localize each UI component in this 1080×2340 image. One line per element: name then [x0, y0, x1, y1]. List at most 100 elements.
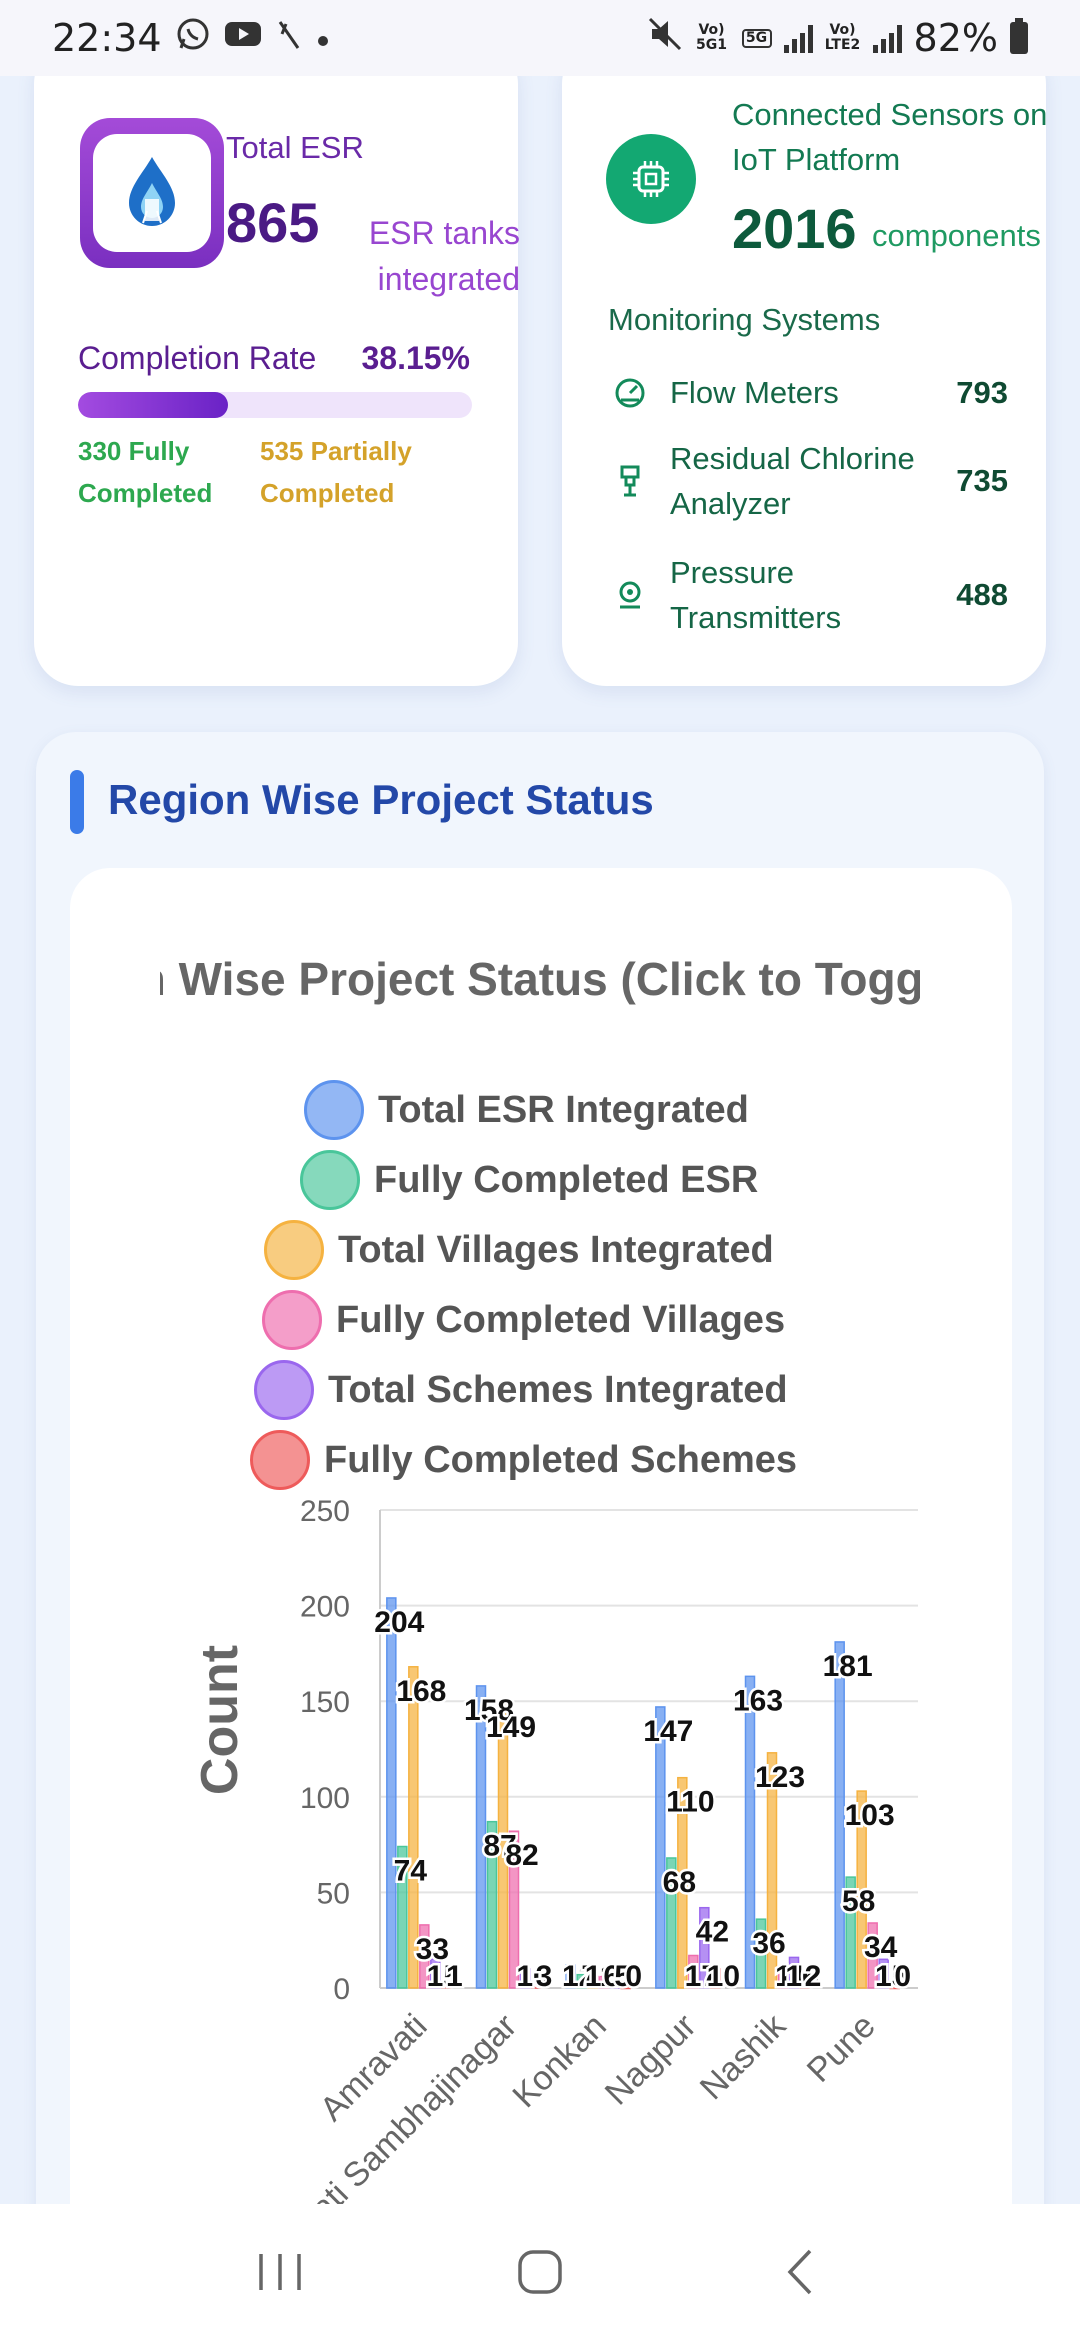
partially-completed-stat: 535 Partially Completed — [260, 436, 412, 508]
data-label: 123 — [755, 1761, 805, 1794]
completion-progress-fill — [78, 392, 229, 418]
bar-amravati-s0[interactable] — [386, 1597, 397, 1989]
legend-label: Fully Completed Villages — [336, 1298, 786, 1341]
sensors-value: 2016 — [732, 197, 857, 260]
home-button[interactable] — [500, 2232, 580, 2312]
chip-icon — [606, 134, 696, 224]
x-tick-label: Nashik — [693, 2006, 794, 2107]
data-label: 204 — [374, 1606, 424, 1639]
section-accent-bar — [70, 770, 84, 834]
chart-title-container: Region Wise Project Status (Click to Tog… — [160, 952, 920, 1012]
data-label: 147 — [643, 1715, 693, 1748]
sensors-label: Connected Sensors on IoT Platform — [732, 97, 1046, 177]
y-tick-label: 200 — [300, 1591, 350, 1624]
monitoring-item-flow-meters: Flow Meters 793 — [608, 370, 1008, 415]
data-label: 168 — [396, 1675, 446, 1708]
data-label: 58 — [842, 1885, 875, 1918]
legend-swatch — [254, 1360, 314, 1420]
x-tick-label: Chhatrapati Sambhajinagar — [205, 2007, 525, 2204]
monitoring-systems-title: Monitoring Systems — [608, 302, 881, 337]
water-tank-logo-icon — [80, 118, 224, 268]
monitoring-item-label: Residual Chlorine Analyzer — [670, 441, 915, 521]
signal-bars-2-icon — [872, 23, 902, 53]
legend-label: Total ESR Integrated — [378, 1088, 749, 1131]
legend-label: Fully Completed Schemes — [324, 1438, 798, 1481]
legend-swatch — [304, 1080, 364, 1140]
signal-app-icon — [276, 18, 302, 58]
region-section-title: Region Wise Project Status — [108, 776, 654, 823]
data-label: 3 — [536, 1960, 553, 1993]
data-label: 0 — [894, 1960, 911, 1993]
status-bar: 22:34 Vo) 5G1 5G Vo) LTE2 82% — [0, 0, 1080, 76]
network-5g-label: 5G — [741, 28, 772, 48]
sensors-unit: components — [872, 218, 1041, 253]
monitoring-item-value: 735 — [956, 463, 1008, 498]
data-label: 181 — [823, 1650, 873, 1683]
data-label: 10 — [707, 1960, 740, 1993]
data-label: 0 — [625, 1960, 642, 1993]
monitoring-item-value: 488 — [956, 577, 1008, 612]
legend-item-total-villages[interactable]: Total Villages Integrated — [264, 1220, 774, 1280]
legend-swatch — [300, 1150, 360, 1210]
y-tick-label: 100 — [300, 1782, 350, 1815]
data-label: 2 — [805, 1960, 822, 1993]
x-tick-label: Nagpur — [598, 2007, 704, 2113]
battery-percent: 82% — [913, 16, 998, 60]
esr-summary-card: Total ESR 865 ESR tanks integrated Compl… — [34, 40, 520, 686]
signal-bars-icon — [783, 23, 813, 53]
completion-rate-value: 38.15% — [361, 340, 470, 376]
esr-label: Total ESR — [226, 130, 364, 165]
monitoring-item-label: Pressure Transmitters — [670, 555, 842, 635]
data-label: 74 — [394, 1855, 428, 1888]
x-tick-label: Pune — [800, 2007, 883, 2090]
sensors-summary-card: Connected Sensors on IoT Platform 2016 c… — [562, 40, 1046, 686]
monitoring-item-label: Flow Meters — [670, 375, 839, 410]
fully-completed-stat: 330 Fully Completed — [78, 436, 213, 508]
data-label: 42 — [696, 1916, 729, 1949]
battery-icon — [1010, 18, 1028, 54]
system-nav-bar — [0, 2204, 1080, 2340]
bar-nagpur-s0[interactable] — [655, 1706, 666, 1989]
back-button[interactable] — [760, 2232, 840, 2312]
data-label: 1 — [446, 1960, 463, 1993]
bar-chart[interactable]: 0501001502002502047416833151Amravati1588… — [0, 1480, 1080, 2204]
chart-title: Region Wise Project Status (Click to Tog… — [160, 953, 920, 1005]
legend-item-fully-completed-villages[interactable]: Fully Completed Villages — [262, 1290, 785, 1350]
pressure-icon — [608, 573, 652, 617]
data-label: 103 — [845, 1799, 895, 1832]
data-label: 36 — [752, 1927, 785, 1960]
legend-swatch — [264, 1220, 324, 1280]
gauge-icon — [608, 371, 652, 415]
youtube-icon — [224, 19, 262, 57]
x-tick-label: Konkan — [505, 2007, 613, 2115]
completion-progress-bar — [78, 392, 472, 418]
y-tick-label: 150 — [300, 1686, 350, 1719]
monitoring-item-chlorine: Residual Chlorine Analyzer 735 — [608, 436, 1008, 526]
y-tick-label: 250 — [300, 1495, 350, 1528]
completion-rate-label: Completion Rate — [78, 340, 317, 376]
analyzer-icon — [608, 459, 652, 503]
network-1-label: Vo) 5G1 — [696, 22, 728, 53]
esr-unit: ESR tanks integrated — [368, 215, 520, 297]
legend-label: Total Villages Integrated — [338, 1228, 774, 1271]
legend-item-total-esr[interactable]: Total ESR Integrated — [304, 1080, 749, 1140]
bar-pune-s0[interactable] — [834, 1641, 845, 1989]
legend-item-fully-completed-esr[interactable]: Fully Completed ESR — [300, 1150, 758, 1210]
dot-icon — [316, 21, 330, 56]
status-time: 22:34 — [52, 16, 162, 60]
legend-swatch — [262, 1290, 322, 1350]
esr-value: 865 — [226, 191, 320, 254]
monitoring-item-value: 793 — [956, 374, 1008, 410]
data-label: 149 — [486, 1711, 536, 1744]
legend-label: Fully Completed ESR — [374, 1158, 759, 1201]
mute-icon — [648, 17, 682, 59]
legend-item-total-schemes[interactable]: Total Schemes Integrated — [254, 1360, 788, 1420]
legend-label: Total Schemes Integrated — [328, 1368, 788, 1411]
data-label: 68 — [663, 1866, 696, 1899]
y-tick-label: 0 — [333, 1973, 350, 2006]
recent-apps-button[interactable] — [240, 2232, 320, 2312]
data-label: 82 — [505, 1839, 538, 1872]
whatsapp-icon — [176, 17, 210, 59]
data-label: 163 — [733, 1684, 783, 1717]
monitoring-item-pressure: Pressure Transmitters 488 — [608, 550, 1008, 640]
